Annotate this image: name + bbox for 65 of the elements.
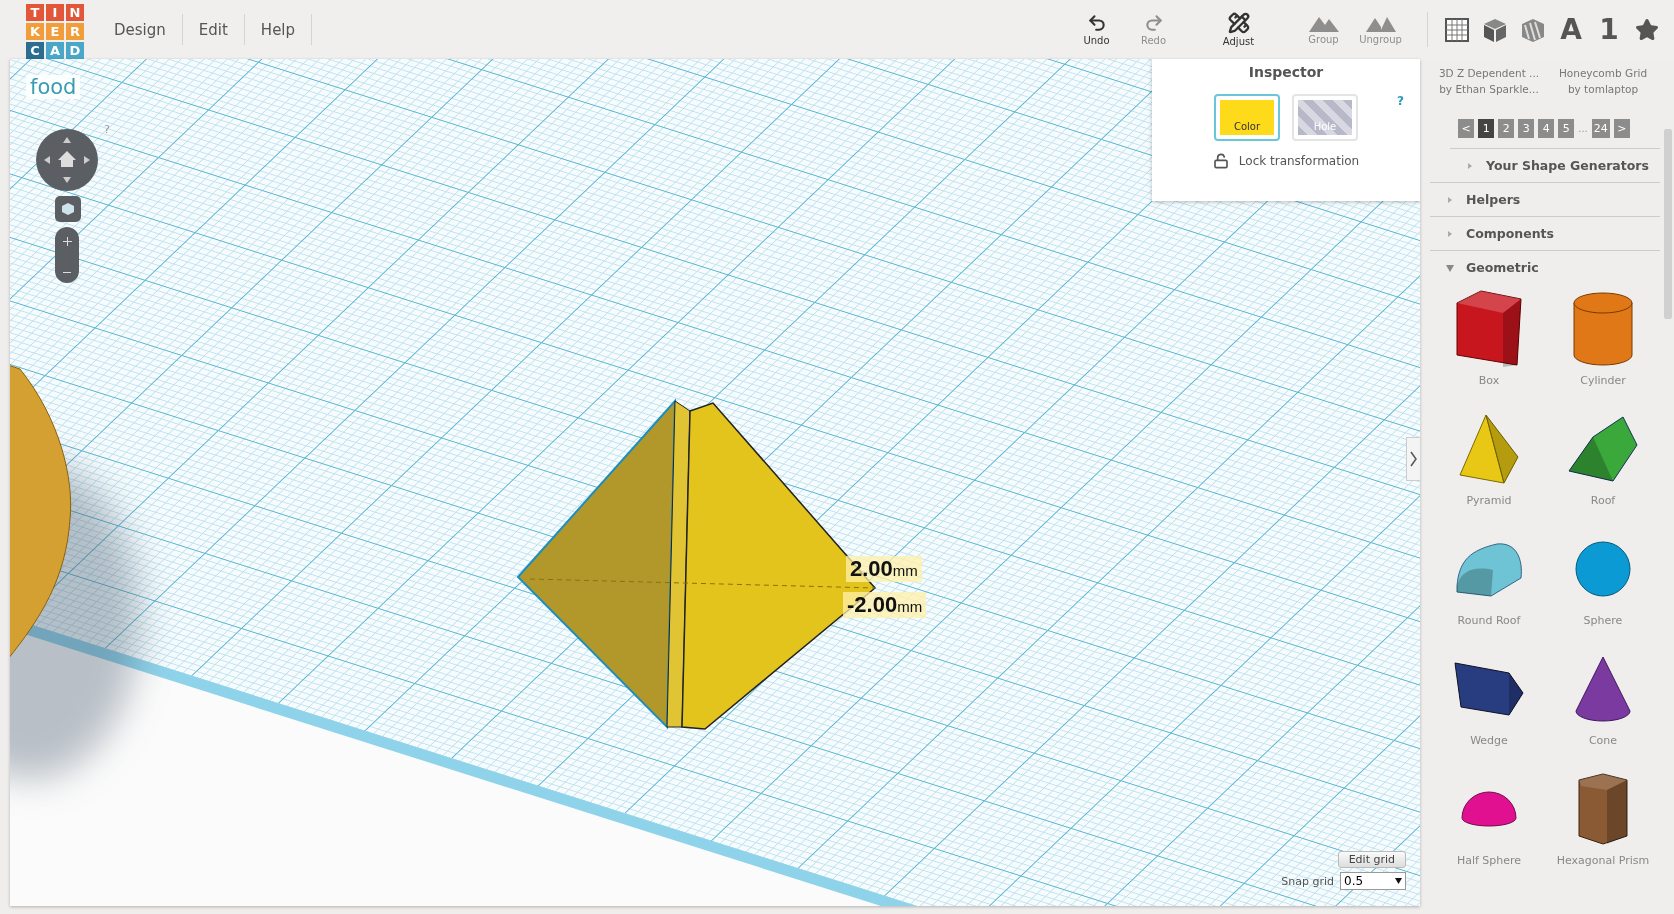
shape-item[interactable]: Hexagonal Prism [1546,768,1660,888]
generator-author: by tomlaptop [1567,83,1639,95]
shape-item[interactable]: Roof [1546,408,1660,528]
page-button[interactable]: 24 [1591,119,1610,138]
edit-grid-button[interactable]: Edit grid [1337,851,1406,868]
striped-cube-icon [1520,16,1546,43]
toolbar-button[interactable]: Undo [1068,0,1125,59]
menu-item[interactable]: Edit [182,14,245,45]
shape-item[interactable]: Round Roof [1432,528,1546,648]
cube-icon [1482,16,1508,43]
redo-icon [1143,13,1164,33]
shape-item[interactable]: Wedge [1432,648,1546,768]
page-button[interactable]: 1 [1478,119,1495,138]
section-header[interactable]: Your Shape Generators [1450,148,1660,182]
generator-card[interactable]: 3D Z Dependent ... by Ethan Sparkle... [1432,67,1546,95]
help-mark[interactable]: ? [104,123,110,136]
generator-title: 3D Z Dependent ... [1438,67,1540,79]
shape-item[interactable]: Box [1432,288,1546,408]
view-cube-button[interactable] [55,196,81,222]
swatch-button[interactable]: Color [1214,94,1280,141]
library-tab[interactable]: A [1552,0,1590,59]
minus-icon [63,270,71,274]
snap-grid-label: Snap grid [1281,874,1334,888]
generator-card[interactable]: Honeycomb Grid by tomlaptop [1546,67,1660,95]
snap-grid-select[interactable]: 0.5 [1340,872,1406,890]
lock-label: Lock transformation [1238,154,1360,168]
design-title[interactable]: food [26,75,81,99]
cube-icon [61,202,75,216]
page-ellipsis: ... [1578,123,1588,134]
page-button[interactable]: 2 [1498,119,1515,138]
page-button[interactable]: 3 [1518,119,1535,138]
lock-icon[interactable] [1212,153,1229,169]
section-header[interactable]: Geometric [1430,250,1660,284]
next-page-button[interactable]: > [1613,119,1630,138]
shape-item[interactable]: Cone [1546,648,1660,768]
panel-toggle-button[interactable] [1406,437,1420,481]
shape-item[interactable]: Half Sphere [1432,768,1546,888]
menu-item[interactable]: Help [244,14,313,45]
swatch-button[interactable]: Hole [1292,94,1358,141]
logo[interactable]: T I N K E R C A D [26,4,84,59]
shape-item[interactable]: Pyramid [1432,408,1546,528]
help-link[interactable]: ? [1397,94,1404,108]
undo-icon [1086,13,1107,33]
page-button[interactable]: 4 [1538,119,1555,138]
chevron-icon [1410,451,1417,467]
dimension-label[interactable]: -2.00mm [843,592,927,618]
shape-item[interactable]: Cylinder [1546,288,1660,408]
shape-item[interactable]: Sphere [1546,528,1660,648]
dimension-label[interactable]: 2.00mm [846,556,922,582]
page-button[interactable]: 5 [1558,119,1575,138]
section-header[interactable]: Helpers [1430,182,1660,216]
plus-icon [62,236,72,246]
previous-page-button[interactable]: < [1458,119,1475,138]
pencil-ruler-icon [1227,12,1250,34]
scrollbar[interactable] [1664,129,1672,319]
dropdown-icon [1395,878,1402,884]
generator-author: by Ethan Sparkle... [1439,83,1539,95]
inspector-title: Inspector [1248,64,1324,80]
section-header[interactable]: Components [1430,216,1660,250]
menu-item[interactable]: Design [98,14,183,45]
library-tab[interactable]: 1 [1590,0,1628,59]
star-icon [1635,17,1659,42]
generator-title: Honeycomb Grid [1558,67,1648,79]
grid-icon [1444,16,1470,43]
toolbar-button[interactable]: Adjust [1210,0,1267,59]
